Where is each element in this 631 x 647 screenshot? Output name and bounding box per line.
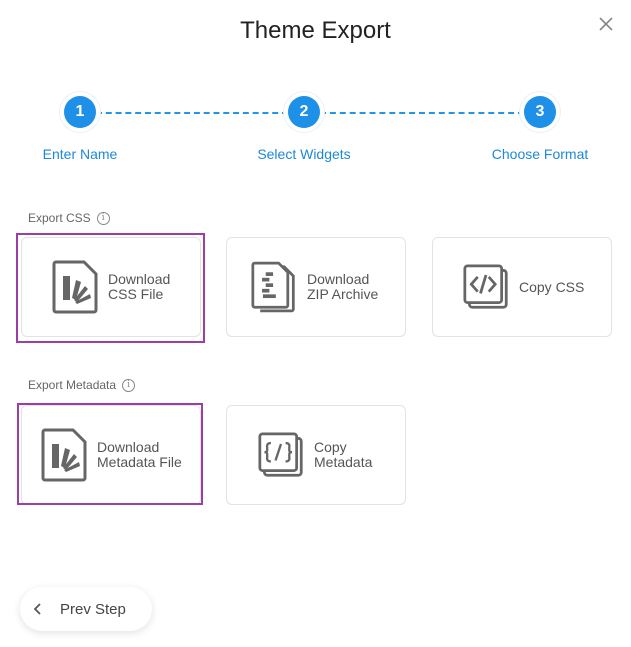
step-connector bbox=[96, 112, 288, 114]
braces-code-icon bbox=[258, 432, 303, 477]
zip-file-icon bbox=[251, 261, 295, 313]
copy-metadata-card[interactable]: Copy Metadata bbox=[226, 405, 406, 505]
card-label: Copy Metadata bbox=[314, 439, 373, 470]
step-2-label: Select Widgets bbox=[257, 146, 351, 162]
prev-step-label: Prev Step bbox=[60, 600, 126, 618]
step-3-circle[interactable]: 3 bbox=[524, 96, 556, 128]
step-1-label: Enter Name bbox=[42, 146, 118, 162]
selection-highlight bbox=[16, 233, 205, 343]
code-icon bbox=[463, 264, 508, 309]
card-label: Download ZIP Archive bbox=[307, 271, 379, 302]
stepper: 1 2 3 Enter Name Select Widgets Choose F… bbox=[0, 96, 631, 166]
card-label: Copy CSS bbox=[519, 278, 585, 295]
info-icon[interactable]: i bbox=[96, 211, 110, 225]
chevron-left-icon bbox=[34, 603, 41, 615]
export-metadata-section-label: Export Metadata i bbox=[28, 378, 136, 392]
section-label-text: Export Metadata bbox=[28, 378, 117, 392]
close-icon[interactable] bbox=[597, 15, 615, 33]
dialog-title: Theme Export bbox=[240, 17, 391, 44]
step-3-label: Choose Format bbox=[491, 146, 589, 162]
section-label-text: Export CSS bbox=[28, 211, 91, 225]
step-connector bbox=[320, 112, 524, 114]
step-1-circle[interactable]: 1 bbox=[64, 96, 96, 128]
info-icon[interactable]: i bbox=[122, 378, 136, 392]
export-css-section-label: Export CSS i bbox=[28, 211, 110, 225]
selection-highlight bbox=[17, 403, 203, 505]
download-zip-archive-card[interactable]: Download ZIP Archive bbox=[226, 237, 406, 337]
step-2-circle[interactable]: 2 bbox=[288, 96, 320, 128]
prev-step-button[interactable]: Prev Step bbox=[20, 587, 152, 631]
copy-css-card[interactable]: Copy CSS bbox=[432, 237, 612, 337]
